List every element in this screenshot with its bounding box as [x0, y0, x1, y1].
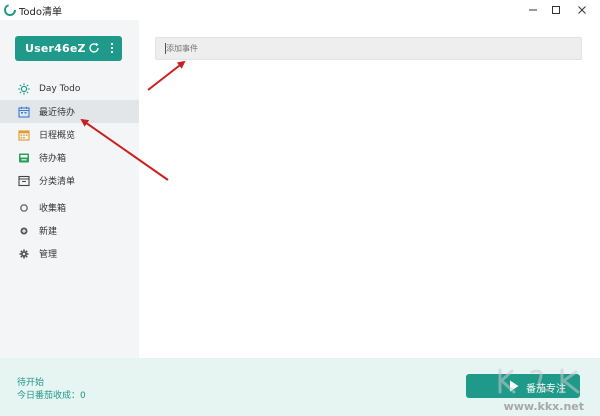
- sidebar-item-label: 待办箱: [39, 154, 67, 164]
- sidebar-item-manage[interactable]: 管理: [0, 242, 139, 265]
- title-bar: Todo清单: [0, 0, 600, 20]
- maximize-button[interactable]: [543, 0, 569, 20]
- sidebar-item-label: 收集箱: [39, 204, 67, 214]
- sidebar-item-day-todo[interactable]: Day Todo: [0, 77, 139, 100]
- pomodoro-status: 待开始: [17, 378, 45, 388]
- sidebar-item-label: Day Todo: [39, 83, 81, 94]
- sidebar-item-todo-box[interactable]: 待办箱: [0, 146, 139, 169]
- circle-icon: [20, 203, 28, 212]
- watermark-logo-icon: [498, 368, 580, 394]
- main-content: [139, 20, 600, 358]
- minimize-icon: [529, 9, 537, 11]
- sidebar-item-new[interactable]: 新建: [0, 219, 139, 242]
- sidebar-item-category-list[interactable]: 分类清单: [0, 169, 139, 192]
- gear-icon: [19, 249, 29, 258]
- sidebar-item-collection-box[interactable]: 收集箱: [0, 196, 139, 219]
- calendar-grid-icon: [18, 129, 30, 141]
- close-button[interactable]: [569, 0, 595, 20]
- watermark: www.kkx.net: [488, 366, 592, 413]
- today-pomodoro-stats: 今日番茄收成：0: [17, 391, 86, 401]
- app-logo-icon: [4, 4, 16, 16]
- window-title: Todo清单: [19, 7, 62, 18]
- watermark-url: www.kkx.net: [503, 400, 584, 413]
- plus-icon: [20, 227, 28, 234]
- sidebar-item-schedule-overview[interactable]: 日程概览: [0, 123, 139, 146]
- user-card[interactable]: User46eZ: [15, 36, 122, 61]
- sidebar-item-label: 管理: [39, 250, 58, 260]
- sidebar-item-recent-todo[interactable]: 最近待办: [0, 100, 139, 123]
- sidebar-item-label: 分类清单: [39, 177, 76, 187]
- sidebar-item-label: 最近待办: [39, 108, 76, 118]
- maximize-icon: [552, 6, 560, 14]
- calendar-icon: [18, 106, 30, 118]
- add-event-input[interactable]: [155, 37, 582, 60]
- user-name: User46eZ: [25, 42, 86, 55]
- sync-icon[interactable]: [88, 42, 100, 54]
- category-list-icon: [18, 175, 30, 186]
- text-caret: [165, 43, 166, 54]
- more-vertical-icon[interactable]: [107, 41, 117, 55]
- close-icon: [578, 6, 586, 14]
- sidebar-item-label: 日程概览: [39, 131, 76, 141]
- inbox-icon: [19, 153, 29, 162]
- sun-icon: [18, 82, 30, 95]
- sidebar: User46eZ Day Todo 最近待办 日程概览 待办箱 分类清单 收集箱…: [0, 20, 139, 358]
- sidebar-item-label: 新建: [39, 227, 58, 237]
